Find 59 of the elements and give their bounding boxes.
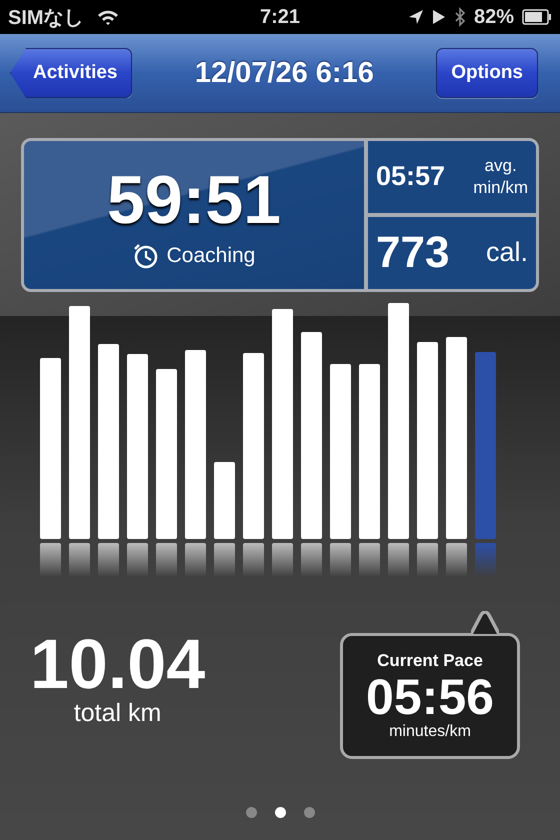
- split-bar[interactable]: [388, 303, 409, 539]
- carrier: SIMなし: [8, 6, 84, 30]
- current-pace-unit: minutes/km: [389, 723, 471, 742]
- bar-reflection: [446, 543, 467, 577]
- page-dot[interactable]: [246, 807, 256, 818]
- coaching-label: Coaching: [166, 244, 256, 268]
- distance-value: 10.04: [30, 629, 206, 699]
- clock: 7:21: [260, 6, 300, 28]
- back-button[interactable]: Activities: [10, 48, 132, 98]
- split-bar[interactable]: [243, 353, 264, 539]
- battery-percent: 82%: [474, 6, 514, 28]
- nav-title: 12/07/26 6:16: [194, 56, 374, 90]
- location-arrow-icon: [408, 9, 424, 25]
- bar-reflection: [388, 543, 409, 577]
- pace-unit: min/km: [473, 176, 528, 198]
- bar-reflection: [98, 543, 119, 577]
- duration: 59:51: [107, 160, 281, 238]
- wifi-icon: [96, 8, 120, 26]
- bar-reflection: [127, 543, 148, 577]
- options-button[interactable]: Options: [436, 48, 538, 98]
- distance-unit: total km: [74, 699, 162, 728]
- bar-reflection: [301, 543, 322, 577]
- bar-reflection: [156, 543, 177, 577]
- avg-pace: 05:57: [376, 161, 446, 192]
- split-bar[interactable]: [330, 364, 351, 539]
- alarm-clock-icon: [132, 242, 159, 268]
- split-bar[interactable]: [359, 364, 380, 539]
- bar-reflection: [330, 543, 351, 577]
- split-bar[interactable]: [156, 369, 177, 539]
- split-bar[interactable]: [475, 352, 496, 539]
- bar-reflection: [243, 543, 264, 577]
- split-bar[interactable]: [98, 344, 119, 539]
- current-pace-title: Current Pace: [377, 650, 483, 671]
- split-bar[interactable]: [214, 462, 235, 539]
- split-bar[interactable]: [417, 342, 438, 539]
- split-bar[interactable]: [185, 350, 206, 539]
- play-icon: [432, 9, 446, 25]
- bar-reflection: [417, 543, 438, 577]
- split-bar[interactable]: [272, 309, 293, 539]
- bar-reflection: [475, 543, 496, 577]
- page-dot[interactable]: [274, 807, 286, 818]
- battery-icon: [522, 9, 552, 25]
- split-bar[interactable]: [127, 354, 148, 539]
- bar-reflection: [272, 543, 293, 577]
- calories-unit: cal.: [486, 237, 528, 268]
- bluetooth-icon: [454, 7, 466, 27]
- bar-reflection: [359, 543, 380, 577]
- split-bar[interactable]: [40, 358, 61, 539]
- split-bar[interactable]: [69, 306, 90, 539]
- split-bar[interactable]: [446, 337, 467, 539]
- calories: 773: [376, 228, 450, 278]
- bar-reflection: [69, 543, 90, 577]
- current-pace-value: 05:56: [366, 670, 494, 724]
- bar-reflection: [214, 543, 235, 577]
- split-bar[interactable]: [301, 332, 322, 539]
- page-dot[interactable]: [304, 807, 314, 818]
- avg-label: avg.: [484, 155, 517, 176]
- bar-reflection: [185, 543, 206, 577]
- bar-reflection: [40, 543, 61, 577]
